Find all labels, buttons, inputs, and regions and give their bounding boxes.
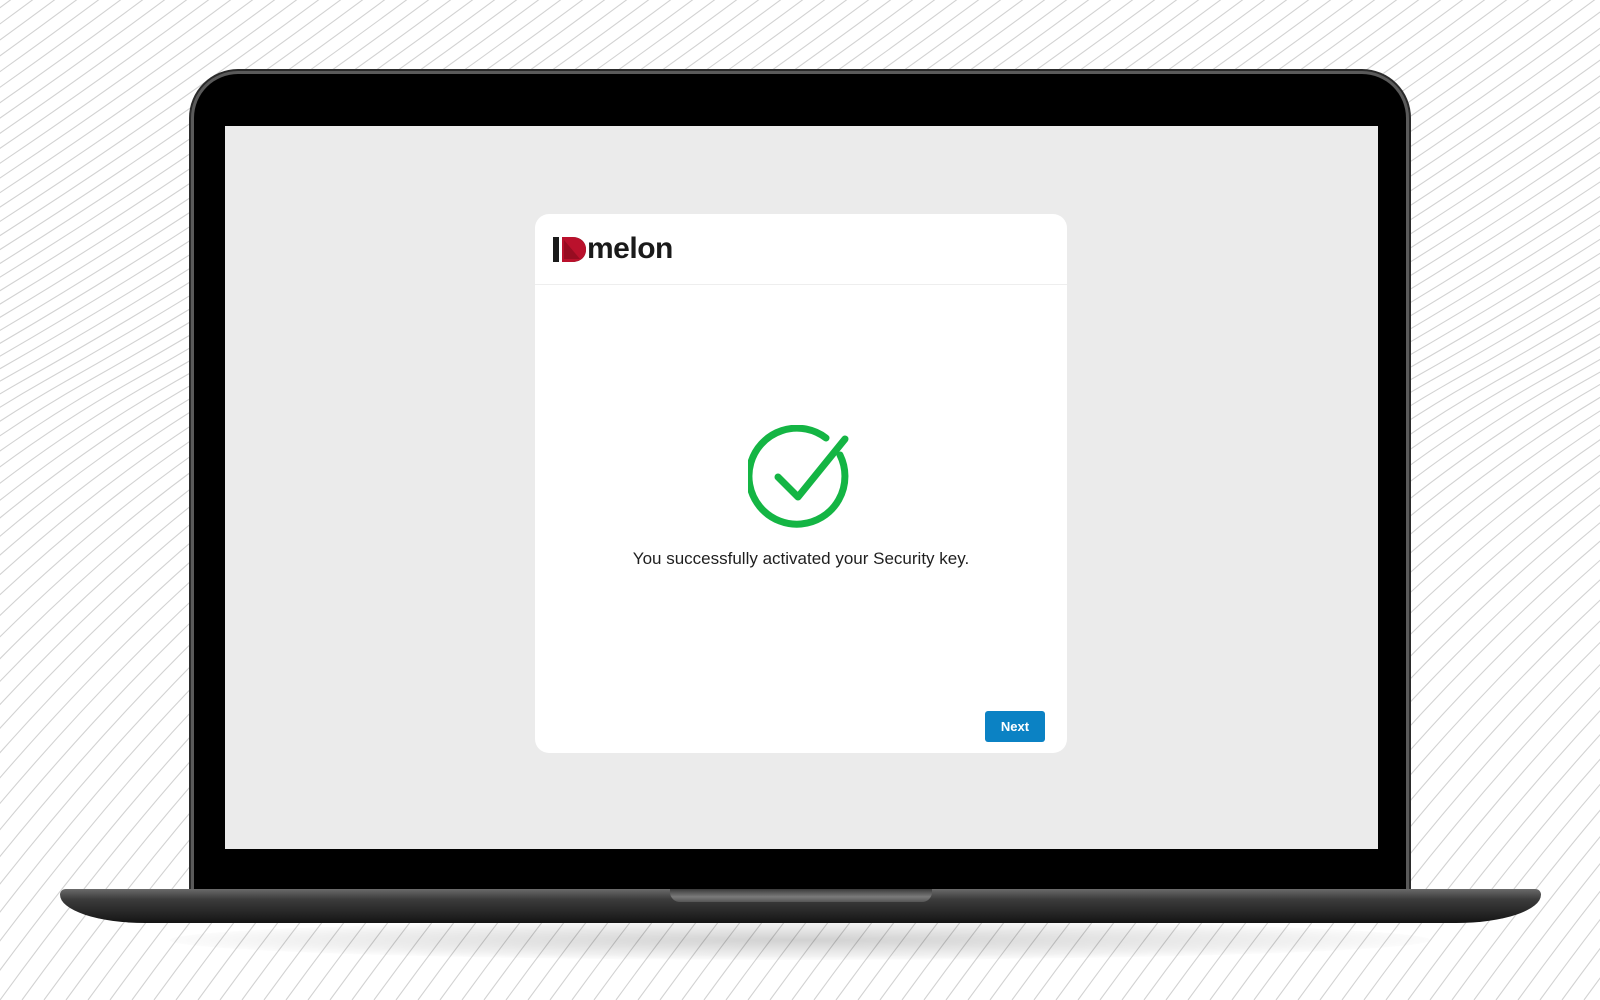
laptop-screen: melon You successfully activated your Se… [225,126,1378,849]
logo-i-bar [553,236,559,262]
dialog-header: melon [535,214,1067,285]
logo-d-icon [562,236,586,262]
check-circle-icon [748,425,849,528]
laptop-shadow [170,920,1430,960]
dialog-card: melon You successfully activated your Se… [535,214,1067,753]
laptop-hinge-notch [670,889,932,902]
idmelon-logo: melon [553,233,673,265]
logo-wordmark: melon [587,232,673,265]
next-button[interactable]: Next [985,711,1045,742]
success-message: You successfully activated your Security… [632,549,970,568]
